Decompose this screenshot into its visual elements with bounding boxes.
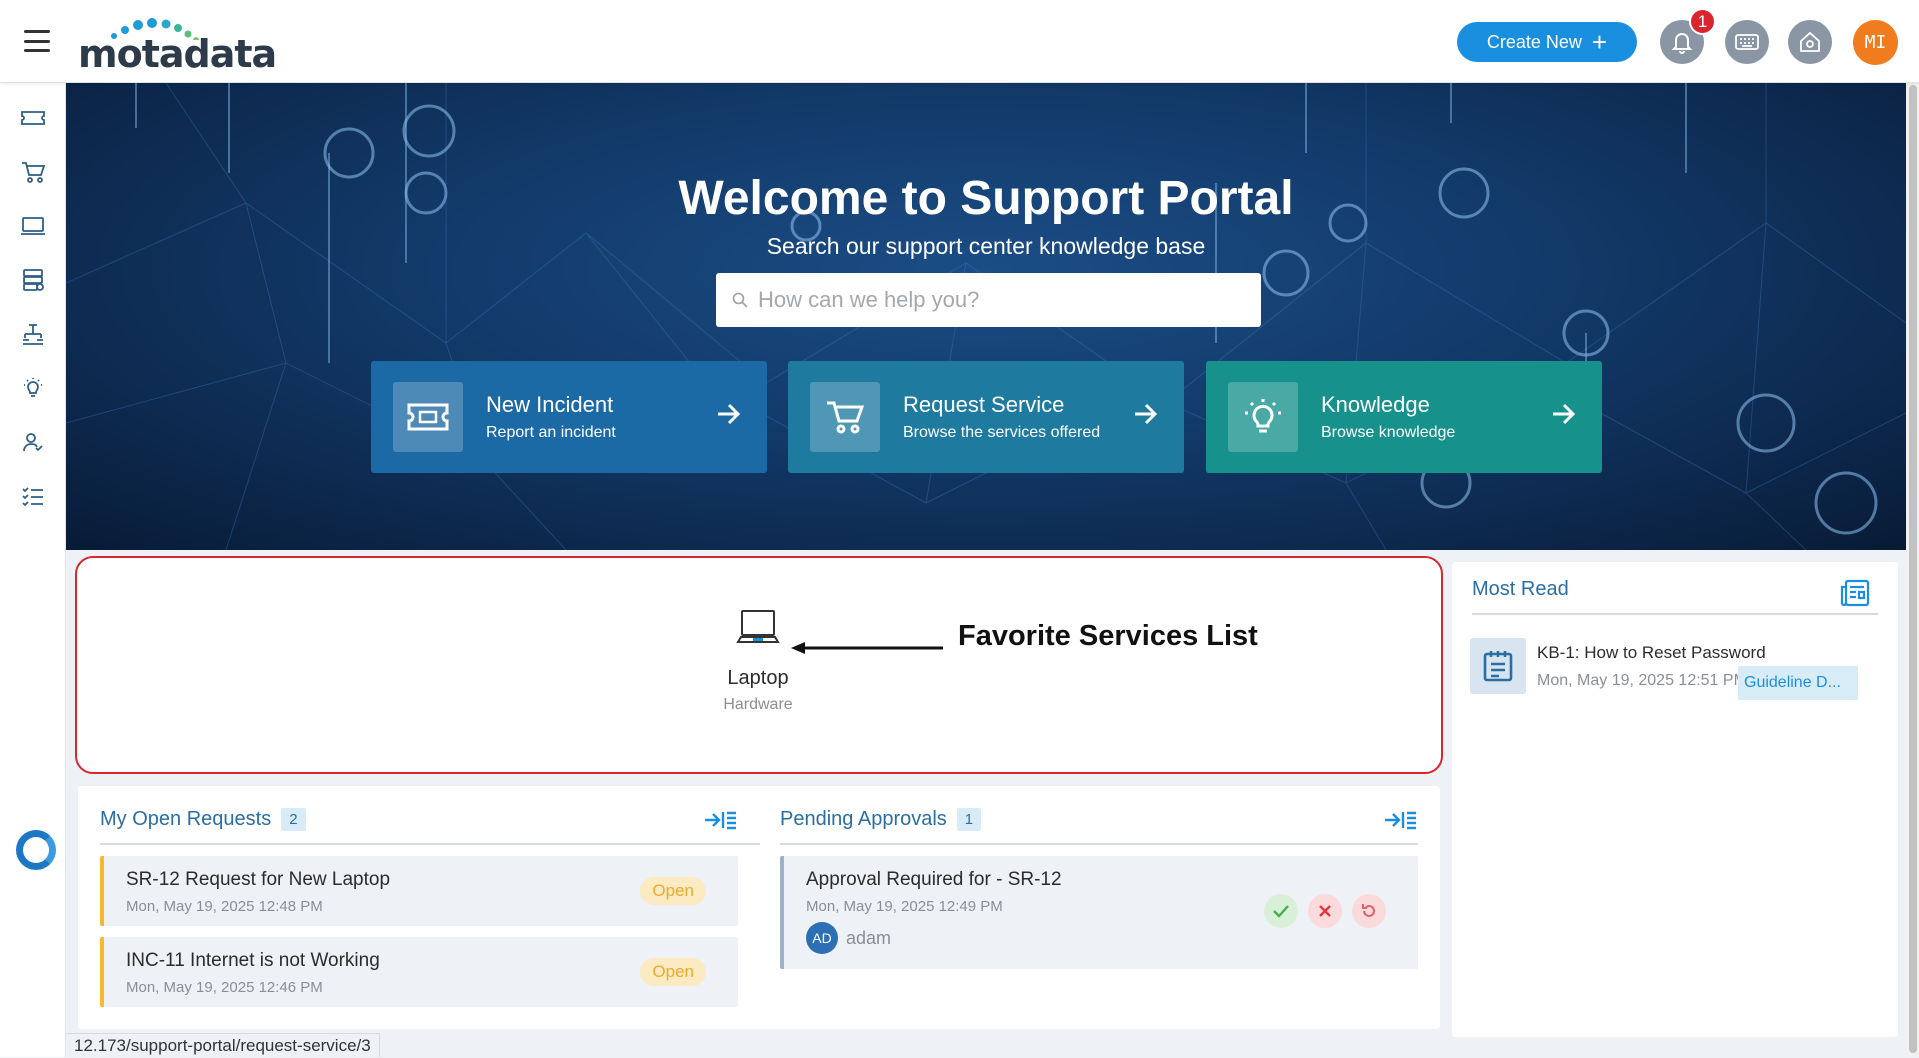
request-date: Mon, May 19, 2025 12:48 PM <box>126 898 323 915</box>
favorite-service-name: Laptop <box>727 667 789 689</box>
sidebar-cart-icon[interactable] <box>18 157 48 187</box>
create-new-button[interactable]: Create New + <box>1457 22 1637 62</box>
most-read-panel: Most Read KB-1: How to Reset Password Mo… <box>1452 562 1898 1037</box>
knowledge-subtitle: Browse knowledge <box>1321 424 1456 441</box>
search-input[interactable] <box>758 287 1238 313</box>
pending-approvals-heading: Pending Approvals 1 <box>780 808 982 831</box>
sidebar-lightbulb-icon[interactable] <box>18 373 48 403</box>
approval-title: Approval Required for - SR-12 <box>806 869 1062 890</box>
search-icon <box>732 292 748 308</box>
check-icon <box>1273 905 1289 918</box>
request-title: SR-12 Request for New Laptop <box>126 869 391 890</box>
hero-title: Welcome to Support Portal <box>678 172 1294 225</box>
open-requests-title: My Open Requests <box>100 808 272 830</box>
page-scrollbar[interactable] <box>1906 83 1919 1057</box>
approver-avatar: AD <box>806 922 838 954</box>
kb-article-tag: Guideline D... <box>1738 666 1858 700</box>
notification-count-badge: 1 <box>1689 8 1716 35</box>
undo-icon <box>1362 904 1375 917</box>
sidebar-ticket-icon[interactable] <box>18 103 48 133</box>
logo-text: motadata <box>78 32 277 76</box>
divider <box>100 843 760 845</box>
approver: AD adam <box>806 922 891 954</box>
portal-home-icon[interactable] <box>1788 20 1832 64</box>
favorite-service-category: Hardware <box>723 696 793 713</box>
requests-approvals-panel: My Open Requests 2 SR-12 Request for New… <box>78 786 1440 1029</box>
arrow-right-icon <box>718 403 741 425</box>
arrow-right-icon <box>1135 403 1158 425</box>
divider <box>780 843 1418 845</box>
pending-approvals-count: 1 <box>956 808 982 831</box>
kb-article-date: Mon, May 19, 2025 12:51 PM <box>1537 672 1747 689</box>
request-row[interactable]: INC-11 Internet is not Working Mon, May … <box>100 937 738 1007</box>
reject-button[interactable] <box>1308 894 1342 928</box>
favorite-services-list: Laptop Hardware Favorite Services List <box>75 556 1443 774</box>
request-title: INC-11 Internet is not Working <box>126 950 380 971</box>
new-incident-title: New Incident <box>486 392 614 417</box>
view-all-requests-icon[interactable] <box>703 808 737 832</box>
scrollbar-thumb[interactable] <box>1909 85 1917 1053</box>
annotation-label: Favorite Services List <box>958 620 1258 652</box>
approve-button[interactable] <box>1264 894 1298 928</box>
undo-button[interactable] <box>1352 894 1386 928</box>
sidebar-laptop-icon[interactable] <box>18 211 48 241</box>
plus-icon: + <box>1591 27 1608 57</box>
search-box <box>716 273 1261 327</box>
ticket-icon <box>393 382 463 452</box>
request-service-card[interactable]: Request Service Browse the services offe… <box>788 361 1184 473</box>
status-badge: Open <box>640 877 706 905</box>
lightbulb-icon <box>1228 382 1298 452</box>
approver-name: adam <box>846 927 892 948</box>
kb-article-title: KB-1: How to Reset Password <box>1537 643 1766 662</box>
sidebar-checklist-icon[interactable] <box>18 481 48 511</box>
logo[interactable]: motadata <box>78 18 277 76</box>
hamburger-menu-icon[interactable] <box>24 30 50 52</box>
knowledge-card[interactable]: Knowledge Browse knowledge <box>1206 361 1602 473</box>
sidebar-server-icon[interactable] <box>18 265 48 295</box>
kb-article-icon <box>1470 638 1526 694</box>
open-requests-count: 2 <box>281 808 306 831</box>
request-date: Mon, May 19, 2025 12:46 PM <box>126 979 323 996</box>
hero-subtitle: Search our support center knowledge base <box>766 233 1206 259</box>
create-new-label: Create New <box>1486 31 1582 52</box>
cart-icon <box>810 382 880 452</box>
approval-row[interactable]: Approval Required for - SR-12 Mon, May 1… <box>780 856 1418 969</box>
request-row[interactable]: SR-12 Request for New Laptop Mon, May 19… <box>100 856 738 926</box>
approval-date: Mon, May 19, 2025 12:49 PM <box>806 898 1003 915</box>
sidebar-hierarchy-icon[interactable] <box>18 319 48 349</box>
most-read-title: Most Read <box>1472 578 1569 600</box>
open-requests-heading: My Open Requests 2 <box>100 808 306 831</box>
view-all-approvals-icon[interactable] <box>1383 808 1417 832</box>
request-service-subtitle: Browse the services offered <box>903 424 1101 441</box>
status-badge: Open <box>640 958 706 986</box>
close-icon <box>1319 905 1331 917</box>
new-incident-subtitle: Report an incident <box>486 424 616 441</box>
top-bar: motadata Create New + 1 MI <box>0 0 1919 83</box>
sidebar-user-check-icon[interactable] <box>18 427 48 457</box>
user-avatar[interactable]: MI <box>1853 20 1898 65</box>
knowledge-title: Knowledge <box>1321 392 1430 417</box>
status-bar-url: 12.173/support-portal/request-service/3 <box>66 1033 380 1057</box>
request-service-title: Request Service <box>903 392 1065 417</box>
keyboard-icon[interactable] <box>1725 20 1769 64</box>
divider <box>1472 613 1878 615</box>
chat-widget-icon[interactable] <box>16 830 56 870</box>
hero-banner: Welcome to Support Portal Search our sup… <box>66 83 1906 550</box>
articles-icon[interactable] <box>1840 578 1870 608</box>
laptop-icon <box>736 610 780 643</box>
pending-approvals-title: Pending Approvals <box>780 808 947 830</box>
arrow-right-icon <box>1553 403 1576 425</box>
new-incident-card[interactable]: New Incident Report an incident <box>371 361 767 473</box>
annotation-arrow-icon <box>791 642 943 654</box>
sidebar <box>0 83 66 1057</box>
kb-article-item[interactable]: KB-1: How to Reset Password Mon, May 19,… <box>1470 638 1880 700</box>
favorite-service-laptop[interactable]: Laptop Hardware <box>703 608 813 714</box>
